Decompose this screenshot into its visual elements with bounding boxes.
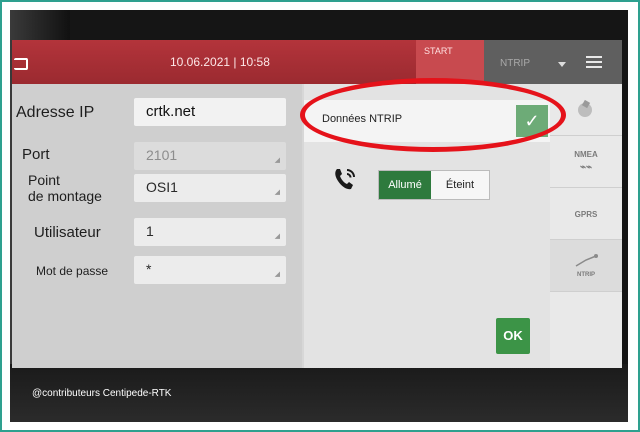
menu-icon[interactable]	[586, 56, 602, 68]
connection-form: Adresse IP crtk.net Port 2101 ◢ Point de…	[12, 84, 302, 368]
mount-value: OSI1	[146, 179, 178, 195]
side-tab-bar: NMEA ⌁⌁ GPRS NTRIP	[550, 84, 622, 368]
start-label: START	[424, 46, 453, 56]
toggle-on-option[interactable]: Allumé	[379, 171, 431, 199]
nmea-icon: ⌁⌁	[579, 162, 593, 173]
profile-label[interactable]: NTRIP	[500, 58, 530, 69]
tab-ntrip-label: NTRIP	[577, 272, 595, 278]
field-corner-icon: ◢	[274, 189, 280, 196]
tab-ntrip[interactable]: NTRIP	[550, 240, 622, 292]
mount-label-line1: Point	[28, 172, 60, 188]
power-toggle[interactable]: Allumé Éteint	[378, 170, 490, 200]
port-input[interactable]: 2101 ◢	[134, 142, 286, 170]
phone-icon	[335, 169, 355, 190]
field-corner-icon: ◢	[274, 271, 280, 278]
highlight-circle	[300, 78, 566, 152]
tab-gprs[interactable]: GPRS	[550, 188, 622, 240]
user-label: Utilisateur	[34, 224, 101, 241]
ip-value: crtk.net	[146, 103, 196, 120]
chevron-down-icon[interactable]	[558, 62, 566, 67]
tab-nmea[interactable]: NMEA ⌁⌁	[550, 136, 622, 188]
ip-label: Adresse IP	[16, 104, 95, 121]
watermark: @contributeurs Centipede-RTK	[32, 388, 172, 399]
user-value: 1	[146, 223, 154, 239]
port-label: Port	[22, 146, 50, 163]
password-label: Mot de passe	[36, 264, 109, 278]
field-corner-icon: ◢	[274, 233, 280, 240]
password-input[interactable]: * ◢	[134, 256, 286, 284]
field-corner-icon: ◢	[274, 157, 280, 164]
datetime: 10.06.2021 | 10:58	[170, 55, 270, 69]
ntrip-icon	[575, 254, 598, 267]
user-input[interactable]: 1 ◢	[134, 218, 286, 246]
tab-gprs-label: GPRS	[574, 210, 598, 219]
exit-icon[interactable]	[14, 58, 28, 70]
ok-button[interactable]: OK	[496, 318, 530, 354]
port-value: 2101	[146, 147, 178, 163]
mount-input[interactable]: OSI1 ◢	[134, 174, 286, 202]
tab-nmea-label: NMEA	[574, 150, 598, 159]
satellite-icon	[578, 99, 592, 117]
mount-label-line2: de montage	[28, 188, 102, 204]
toggle-off-option[interactable]: Éteint	[431, 171, 489, 199]
password-value: *	[146, 261, 152, 277]
ip-input[interactable]: crtk.net	[134, 98, 286, 126]
